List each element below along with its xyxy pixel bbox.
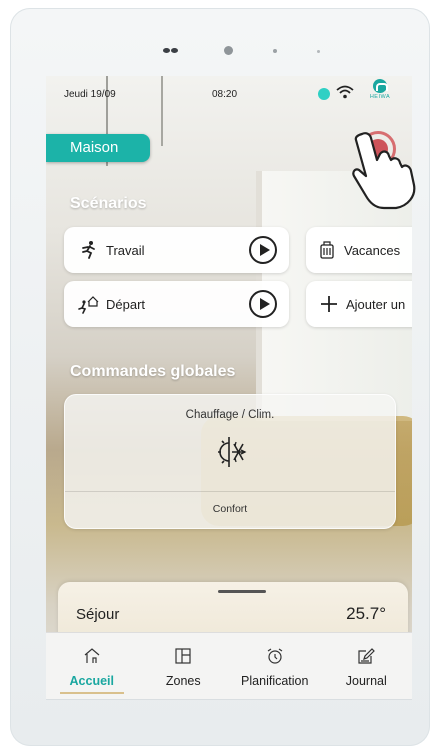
status-bar: Jeudi 19/09 08:20 HEIWA — [46, 76, 412, 112]
scenario-label: Travail — [106, 242, 145, 258]
bottom-navigation: Accueil Zones Planification Journal — [46, 632, 412, 699]
play-icon[interactable] — [249, 236, 277, 264]
scenario-label: Ajouter un — [346, 296, 406, 312]
light-sensor — [273, 49, 277, 53]
play-icon[interactable] — [249, 290, 277, 318]
heating-mode-value[interactable]: Confort — [65, 503, 395, 515]
nav-label: Zones — [165, 674, 201, 688]
scenario-label: Vacances — [344, 242, 401, 258]
heiwa-logo: HEIWA — [364, 79, 396, 109]
heating-cooling-card[interactable]: Chauffage / Clim. Confort — [64, 394, 396, 529]
journal-icon — [355, 645, 377, 667]
plus-icon — [318, 293, 340, 315]
room-name: Séjour — [76, 606, 120, 623]
heiwa-logo-icon — [373, 79, 388, 93]
nav-item-accueil[interactable]: Accueil — [46, 633, 138, 699]
nav-item-planification[interactable]: Planification — [229, 633, 321, 699]
running-person-icon — [78, 239, 100, 261]
status-date: Jeudi 19/09 — [64, 88, 116, 100]
status-time: 08:20 — [212, 88, 238, 100]
nav-item-zones[interactable]: Zones — [138, 633, 230, 699]
light-sensor — [317, 50, 320, 53]
connection-status-icon — [318, 88, 330, 100]
add-scenario-button[interactable]: Ajouter un — [306, 281, 412, 327]
home-selector-button[interactable]: Maison — [46, 134, 150, 162]
screen-bottom-edge — [46, 699, 412, 700]
camera-dot — [171, 48, 178, 53]
scenario-card-travail[interactable]: Travail — [64, 227, 289, 273]
room-temperature: 25.7° — [346, 604, 386, 623]
sun-snowflake-icon — [218, 437, 247, 467]
wifi-icon — [336, 85, 354, 99]
global-commands-title: Commandes globales — [70, 363, 236, 380]
leaving-home-icon — [78, 293, 100, 315]
camera-dot — [163, 48, 170, 53]
scenarios-title: Scénarios — [70, 195, 147, 212]
nav-item-journal[interactable]: Journal — [321, 633, 413, 699]
card-divider — [65, 491, 395, 492]
drag-handle[interactable] — [218, 590, 266, 593]
zones-icon — [172, 645, 194, 667]
nav-label: Planification — [241, 674, 309, 688]
nav-label: Journal — [345, 674, 387, 688]
scenario-card-vacances[interactable]: Vacances — [306, 227, 412, 273]
heating-cooling-title: Chauffage / Clim. — [185, 409, 275, 421]
pointing-hand-icon — [352, 132, 416, 210]
heiwa-logo-text: HEIWA — [369, 94, 391, 100]
scenario-card-depart[interactable]: Départ — [64, 281, 289, 327]
suitcase-icon — [316, 239, 338, 261]
nav-label: Accueil — [69, 674, 114, 688]
alarm-clock-icon — [264, 645, 286, 667]
camera-lens — [224, 46, 233, 55]
home-icon — [81, 645, 103, 667]
scenario-label: Départ — [106, 296, 146, 312]
